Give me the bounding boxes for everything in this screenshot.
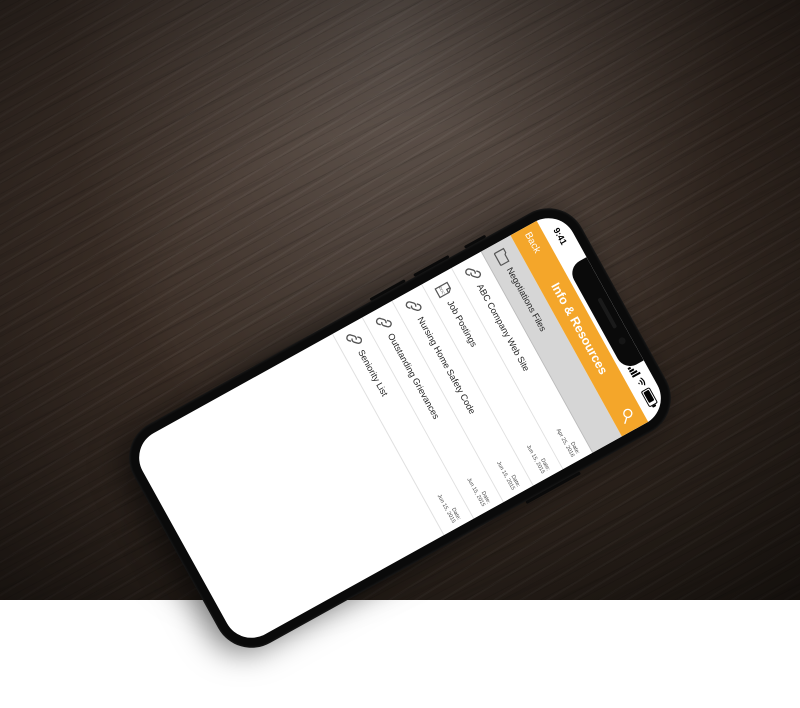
front-camera [617, 336, 627, 346]
desk-background: 9:41 Back Info & Resources [0, 0, 800, 600]
speaker [597, 297, 617, 329]
svg-text:DOC: DOC [438, 286, 446, 295]
battery-icon [641, 387, 658, 408]
status-time: 9:41 [551, 226, 568, 247]
wifi-icon [634, 376, 648, 390]
